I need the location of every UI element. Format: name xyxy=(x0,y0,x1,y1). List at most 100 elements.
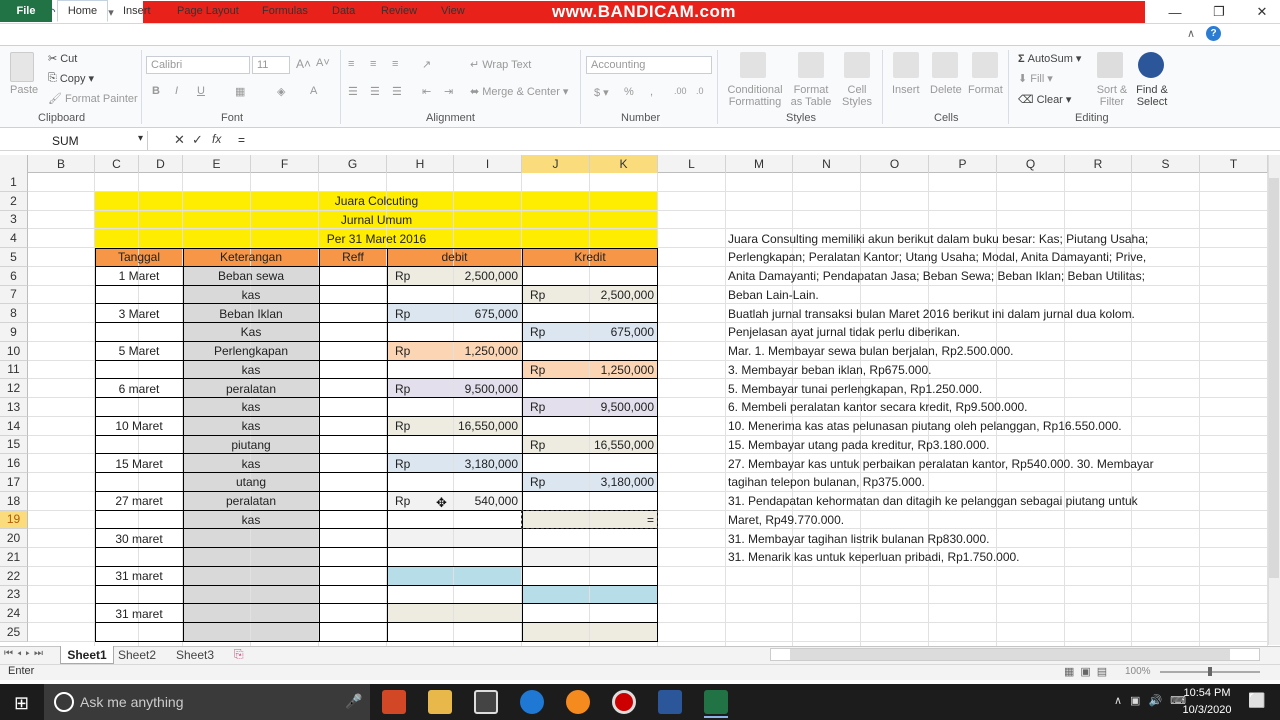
row-header-5[interactable]: 5 xyxy=(0,248,28,267)
vertical-scroll-thumb[interactable] xyxy=(1269,178,1279,578)
clock-time[interactable]: 10:54 PM xyxy=(1180,687,1234,699)
firefox-icon[interactable] xyxy=(566,690,590,714)
edge-icon[interactable] xyxy=(520,690,544,714)
instruction-line: Anita Damayanti; Pendapatan Jasa; Beban … xyxy=(728,269,1145,284)
row-header-18[interactable]: 18 xyxy=(0,491,28,511)
entry-description: peralatan xyxy=(225,381,277,396)
column-header-R[interactable]: R xyxy=(1065,155,1132,173)
row-header-7[interactable]: 7 xyxy=(0,285,28,305)
column-header-O[interactable]: O xyxy=(861,155,929,173)
sheet-nav-icon[interactable]: ⏮◂▸⏭ xyxy=(4,648,47,659)
cell-fill xyxy=(387,566,522,586)
instruction-line: Buatlah jurnal transaksi bulan Maret 201… xyxy=(728,306,1135,321)
row-header-11[interactable]: 11 xyxy=(0,360,28,380)
entry-date: 6 maret xyxy=(118,381,160,396)
store-icon[interactable] xyxy=(474,690,498,714)
entry-description: Beban Iklan xyxy=(219,306,283,321)
row-header-12[interactable]: 12 xyxy=(0,379,28,398)
file-explorer-icon[interactable] xyxy=(428,690,452,714)
table-border xyxy=(95,248,96,642)
row-header-13[interactable]: 13 xyxy=(0,398,28,417)
microphone-icon[interactable]: 🎤 xyxy=(345,693,362,710)
table-border xyxy=(95,584,658,586)
clock-date[interactable]: 10/3/2020 xyxy=(1180,704,1234,716)
column-header-T[interactable]: T xyxy=(1200,155,1268,173)
gridline-v xyxy=(1199,173,1200,646)
insert-sheet-icon[interactable]: ⎘ xyxy=(234,647,244,662)
word-icon[interactable] xyxy=(658,690,682,714)
mouse-cursor-icon: ✥ xyxy=(436,494,447,510)
row-header-14[interactable]: 14 xyxy=(0,416,28,436)
horizontal-scroll-thumb[interactable] xyxy=(790,649,1230,660)
row-header-20[interactable]: 20 xyxy=(0,529,28,548)
row-header-22[interactable]: 22 xyxy=(0,566,28,586)
bandicam-icon[interactable] xyxy=(612,690,636,714)
sheet-tab-3[interactable]: Sheet3 xyxy=(176,648,214,662)
column-header-L[interactable]: L xyxy=(658,155,726,173)
entry-description: piutang xyxy=(231,437,271,452)
row-header-4[interactable]: 4 xyxy=(0,229,28,248)
entry-description: Perlengkapan xyxy=(213,344,289,359)
row-header-1[interactable]: 1 xyxy=(0,173,28,192)
view-buttons-icon[interactable]: ▦▣▤ xyxy=(1064,665,1113,678)
zoom-slider-thumb[interactable] xyxy=(1208,667,1212,676)
column-header-M[interactable]: M xyxy=(726,155,793,173)
column-header-S[interactable]: S xyxy=(1132,155,1200,173)
column-header-P[interactable]: P xyxy=(929,155,997,173)
select-all-corner[interactable] xyxy=(0,155,28,173)
column-header-D[interactable]: D xyxy=(139,155,183,173)
column-header-J[interactable]: J xyxy=(522,155,590,173)
row-header-16[interactable]: 16 xyxy=(0,454,28,473)
row-header-9[interactable]: 9 xyxy=(0,323,28,342)
column-header-E[interactable]: E xyxy=(183,155,251,173)
row-header-21[interactable]: 21 xyxy=(0,548,28,567)
entry-debit: 2,500,000 xyxy=(464,269,518,284)
row-header-2[interactable]: 2 xyxy=(0,191,28,211)
column-header-Q[interactable]: Q xyxy=(997,155,1065,173)
column-header-H[interactable]: H xyxy=(387,155,454,173)
table-border xyxy=(95,640,658,642)
column-header-C[interactable]: C xyxy=(95,155,139,173)
zoom-level[interactable]: 100% xyxy=(1125,666,1151,677)
column-header-F[interactable]: F xyxy=(251,155,319,173)
row-header-17[interactable]: 17 xyxy=(0,473,28,492)
column-header-I[interactable]: I xyxy=(454,155,522,173)
instruction-line: 5. Membayar tunai perlengkapan, Rp1.250.… xyxy=(728,381,983,396)
column-header-G[interactable]: G xyxy=(319,155,387,173)
table-border xyxy=(95,603,658,605)
row-header-10[interactable]: 10 xyxy=(0,341,28,361)
windows-start-icon[interactable]: ⊞ xyxy=(14,693,29,714)
entry-description: Kas xyxy=(240,325,262,340)
table-border xyxy=(183,248,184,642)
entry-description: kas xyxy=(241,512,261,527)
row-header-6[interactable]: 6 xyxy=(0,266,28,286)
sheet-tab-1[interactable]: Sheet1 xyxy=(60,646,114,664)
powerpoint-icon[interactable] xyxy=(382,690,406,714)
table-border xyxy=(319,248,320,642)
active-cell[interactable] xyxy=(521,509,658,530)
sheet-tab-2[interactable]: Sheet2 xyxy=(118,648,156,662)
row-header-19[interactable]: 19 xyxy=(0,510,28,530)
notifications-icon[interactable]: ⬜ xyxy=(1248,692,1265,709)
entry-description: kas xyxy=(241,419,261,434)
journal-subtitle: Jurnal Umum xyxy=(340,212,413,227)
column-header-B[interactable]: B xyxy=(28,155,95,173)
row-header-23[interactable]: 23 xyxy=(0,585,28,605)
worksheet-grid[interactable]: B C D E F G H I J K L M N O P Q R S T 1 2 3 4 5 6 7 8 9 10 11 12 13 14 15… xyxy=(0,0,1280,720)
row-header-15[interactable]: 15 xyxy=(0,435,28,455)
row-header-25[interactable]: 25 xyxy=(0,623,28,642)
column-header-K[interactable]: K xyxy=(590,155,658,173)
instruction-line: 3. Membayar beban iklan, Rp675.000. xyxy=(728,362,932,377)
cell-fill xyxy=(387,529,522,548)
instruction-line: 15. Membayar utang pada kreditur, Rp3.18… xyxy=(728,437,990,452)
row-header-3[interactable]: 3 xyxy=(0,210,28,230)
column-header-N[interactable]: N xyxy=(793,155,861,173)
entry-description: kas xyxy=(241,456,261,471)
entry-date: 5 Maret xyxy=(118,344,160,359)
row-header-8[interactable]: 8 xyxy=(0,304,28,323)
entry-date: 10 Maret xyxy=(115,419,163,434)
row-header-24[interactable]: 24 xyxy=(0,604,28,623)
excel-taskbar-icon[interactable] xyxy=(704,690,728,714)
entry-debit: 675,000 xyxy=(474,306,518,321)
entry-credit: 16,550,000 xyxy=(593,437,654,452)
